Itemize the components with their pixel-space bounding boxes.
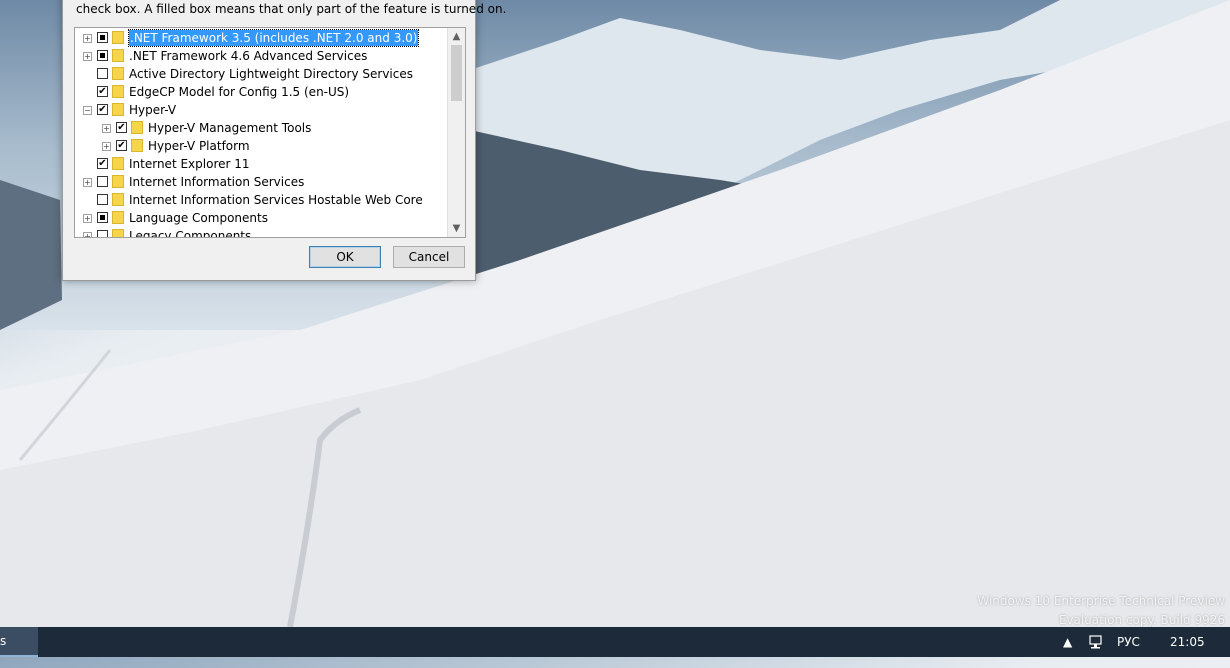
- feature-checkbox[interactable]: [97, 212, 108, 223]
- windows-features-dialog: check box. A filled box means that only …: [62, 0, 507, 281]
- expand-icon[interactable]: +: [102, 124, 111, 133]
- feature-label: Internet Information Services: [129, 175, 305, 189]
- ok-button[interactable]: OK: [309, 246, 381, 268]
- feature-checkbox[interactable]: [97, 194, 108, 205]
- scroll-down-icon[interactable]: ▼: [448, 220, 465, 237]
- taskbar: s ▲ РУС 21:05: [0, 627, 1230, 657]
- feature-row[interactable]: + ✔ Hyper-V Management Tools: [75, 119, 449, 137]
- feature-label: Language Components: [129, 211, 268, 225]
- feature-checkbox[interactable]: ✔: [97, 86, 108, 97]
- expand-icon[interactable]: +: [83, 178, 92, 187]
- feature-checkbox[interactable]: [97, 50, 108, 61]
- feature-row[interactable]: + ✔ Hyper-V Platform: [75, 137, 449, 155]
- feature-checkbox[interactable]: [97, 32, 108, 43]
- folder-icon: [112, 193, 124, 206]
- feature-label: .NET Framework 4.6 Advanced Services: [129, 49, 368, 63]
- tree-vertical-scrollbar[interactable]: ▲ ▼: [447, 28, 465, 237]
- expand-icon[interactable]: +: [83, 52, 92, 61]
- feature-checkbox[interactable]: ✔: [97, 158, 108, 169]
- expand-icon[interactable]: +: [83, 34, 92, 43]
- feature-label: Hyper-V: [129, 103, 177, 117]
- feature-row[interactable]: + Language Components: [75, 209, 449, 227]
- feature-checkbox[interactable]: ✔: [97, 104, 108, 115]
- watermark-line-1: Windows 10 Enterprise Technical Preview: [977, 594, 1225, 608]
- cancel-button[interactable]: Cancel: [393, 246, 465, 268]
- feature-row[interactable]: + Legacy Components: [75, 227, 449, 238]
- feature-checkbox[interactable]: [97, 68, 108, 79]
- feature-checkbox[interactable]: [97, 176, 108, 187]
- folder-icon: [112, 103, 124, 116]
- feature-row[interactable]: Active Directory Lightweight Directory S…: [75, 65, 449, 83]
- feature-row[interactable]: − ✔ Hyper-V: [75, 101, 449, 119]
- feature-label: Internet Explorer 11: [129, 157, 250, 171]
- feature-label: Hyper-V Platform: [148, 139, 250, 153]
- clock[interactable]: 21:05: [1170, 627, 1205, 657]
- feature-label: Internet Information Services Hostable W…: [129, 193, 423, 207]
- feature-checkbox[interactable]: ✔: [116, 122, 127, 133]
- folder-icon: [112, 85, 124, 98]
- taskbar-app-button[interactable]: s: [0, 627, 38, 657]
- dialog-description: check box. A filled box means that only …: [76, 2, 507, 16]
- scroll-up-icon[interactable]: ▲: [448, 28, 465, 45]
- folder-icon: [131, 121, 143, 134]
- folder-icon: [112, 67, 124, 80]
- feature-label: Legacy Components: [129, 229, 252, 238]
- feature-label: Active Directory Lightweight Directory S…: [129, 67, 413, 81]
- show-hidden-icons-icon[interactable]: ▲: [1063, 627, 1072, 657]
- feature-label: EdgeCP Model for Config 1.5 (en-US): [129, 85, 350, 99]
- feature-row[interactable]: Internet Information Services Hostable W…: [75, 191, 449, 209]
- watermark-line-2: Evaluation copy. Build 9926: [1058, 613, 1225, 627]
- feature-checkbox[interactable]: ✔: [116, 140, 127, 151]
- feature-row[interactable]: + Internet Information Services: [75, 173, 449, 191]
- expand-icon[interactable]: +: [102, 142, 111, 151]
- expand-icon[interactable]: +: [83, 232, 92, 237]
- scroll-thumb[interactable]: [451, 45, 462, 101]
- folder-icon: [112, 31, 124, 44]
- expand-icon[interactable]: +: [83, 214, 92, 223]
- network-icon[interactable]: [1088, 627, 1104, 657]
- feature-checkbox[interactable]: [97, 230, 108, 237]
- feature-row[interactable]: + .NET Framework 4.6 Advanced Services: [75, 47, 449, 65]
- folder-icon: [131, 139, 143, 152]
- folder-icon: [112, 157, 124, 170]
- folder-icon: [112, 175, 124, 188]
- collapse-icon[interactable]: −: [83, 106, 92, 115]
- feature-row[interactable]: + .NET Framework 3.5 (includes .NET 2.0 a…: [75, 29, 449, 47]
- feature-row[interactable]: ✔ EdgeCP Model for Config 1.5 (en-US): [75, 83, 449, 101]
- folder-icon: [112, 211, 124, 224]
- feature-label: .NET Framework 3.5 (includes .NET 2.0 an…: [127, 29, 420, 47]
- features-tree[interactable]: + .NET Framework 3.5 (includes .NET 2.0 a…: [74, 27, 466, 238]
- taskbar-app-label: s: [0, 634, 7, 648]
- feature-label: Hyper-V Management Tools: [148, 121, 312, 135]
- input-language-indicator[interactable]: РУС: [1117, 627, 1140, 657]
- folder-icon: [112, 49, 124, 62]
- feature-row[interactable]: ✔ Internet Explorer 11: [75, 155, 449, 173]
- folder-icon: [112, 229, 124, 237]
